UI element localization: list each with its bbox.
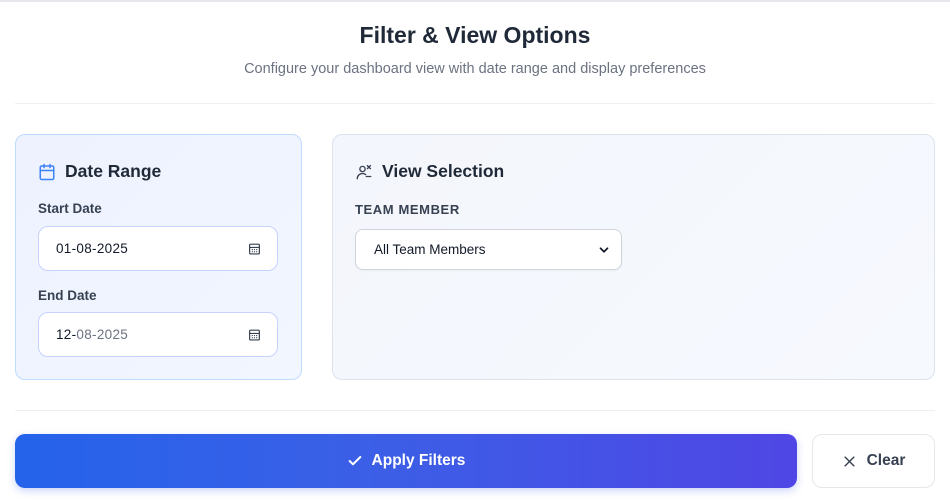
close-icon [842, 454, 857, 469]
end-date-value: 12-08-2025 [56, 327, 129, 342]
check-icon [347, 453, 363, 469]
calendar-picker-icon[interactable] [248, 242, 261, 255]
view-selection-header: View Selection [355, 161, 504, 182]
divider [15, 103, 935, 104]
team-member-selected: All Team Members [374, 242, 486, 257]
filter-panel: Filter & View Options Configure your das… [0, 0, 950, 500]
apply-filters-label: Apply Filters [371, 452, 466, 469]
view-selection-title: View Selection [382, 161, 505, 181]
start-date-value: 01-08-2025 [56, 241, 129, 256]
chevron-down-icon [597, 243, 611, 257]
date-range-title: Date Range [65, 161, 162, 181]
calendar-icon [38, 163, 56, 181]
person-view-icon [355, 163, 373, 181]
divider [15, 410, 935, 411]
team-member-select[interactable]: All Team Members [355, 229, 622, 270]
clear-button[interactable]: Clear [812, 434, 935, 488]
page-subtitle: Configure your dashboard view with date … [244, 61, 706, 77]
apply-filters-button[interactable]: Apply Filters [15, 434, 797, 488]
top-border [0, 0, 950, 2]
end-date-label: End Date [38, 288, 97, 303]
calendar-picker-icon[interactable] [248, 328, 261, 341]
page-title: Filter & View Options [359, 22, 591, 48]
start-date-input[interactable]: 01-08-2025 [38, 226, 278, 271]
start-date-label: Start Date [38, 201, 102, 216]
date-range-header: Date Range [38, 161, 161, 182]
end-date-input[interactable]: 12-08-2025 [38, 312, 278, 357]
team-member-label: TEAM MEMBER [355, 202, 460, 217]
date-range-card: Date Range Start Date 01-08-2025 End Dat… [15, 134, 302, 380]
view-selection-card: View Selection TEAM MEMBER All Team Memb… [332, 134, 935, 380]
clear-label: Clear [866, 452, 906, 469]
